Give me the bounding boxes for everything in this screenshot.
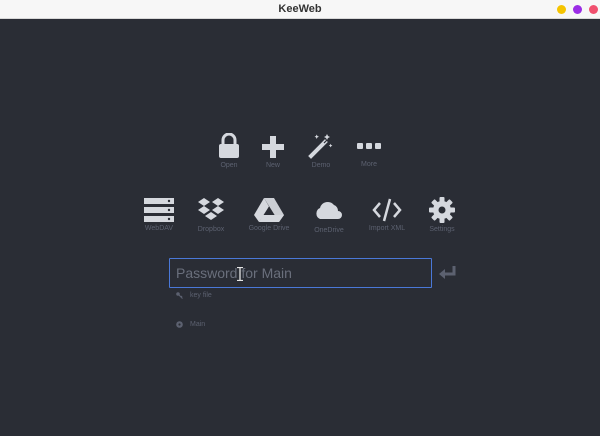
key-file-label: key file [190, 292, 212, 299]
webdav-label: WebDAV [144, 225, 174, 232]
ellipsis-icon [357, 143, 381, 149]
minimize-button[interactable] [557, 5, 566, 14]
settings-label: Settings [429, 226, 455, 233]
settings-button[interactable]: Settings [407, 197, 477, 233]
lock-icon [219, 133, 239, 158]
title-bar: KeeWeb [0, 0, 600, 19]
code-icon [372, 198, 402, 222]
more-label: More [361, 161, 377, 168]
window-title: KeeWeb [278, 3, 322, 15]
onedrive-icon [316, 201, 342, 219]
import-xml-label: Import XML [368, 225, 406, 232]
maximize-button[interactable] [573, 5, 582, 14]
new-label: New [265, 162, 280, 169]
password-input[interactable] [169, 258, 432, 288]
more-button[interactable]: More [334, 141, 404, 168]
file-main-item[interactable]: Main [176, 321, 205, 328]
gear-icon [176, 321, 183, 328]
file-main-label: Main [190, 321, 206, 328]
demo-label: Demo [311, 162, 331, 169]
open-label: Open [220, 162, 238, 169]
enter-icon[interactable] [439, 266, 457, 280]
google-drive-icon [254, 198, 284, 222]
plus-icon [262, 136, 284, 158]
gear-icon [429, 197, 455, 223]
key-file-link[interactable]: key file [176, 292, 212, 299]
key-icon [176, 292, 183, 299]
onedrive-label: OneDrive [314, 227, 344, 234]
dropbox-label: Dropbox [197, 226, 225, 233]
google-drive-label: Google Drive [248, 225, 290, 232]
text-cursor-icon [237, 267, 243, 281]
server-icon [144, 198, 174, 222]
magic-wand-icon [308, 134, 333, 159]
close-button[interactable] [589, 5, 598, 14]
dropbox-icon [198, 198, 224, 220]
